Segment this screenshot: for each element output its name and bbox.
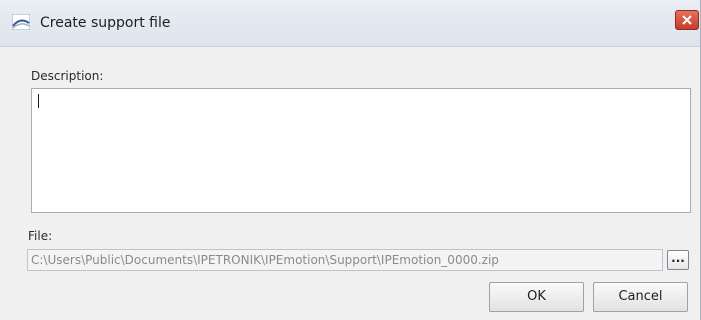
description-textarea[interactable]: [31, 88, 691, 213]
app-logo-icon: [11, 13, 31, 31]
create-support-file-dialog: Create support file Description: File: C…: [0, 0, 701, 320]
browse-button[interactable]: ...: [667, 250, 689, 270]
close-button[interactable]: [675, 10, 699, 30]
text-caret: [38, 94, 39, 108]
ok-button[interactable]: OK: [489, 282, 584, 312]
file-path-field[interactable]: C:\Users\Public\Documents\IPETRONIK\IPEm…: [27, 249, 663, 271]
cancel-button[interactable]: Cancel: [593, 282, 688, 312]
file-label: File:: [28, 229, 53, 243]
title-bar[interactable]: Create support file: [0, 0, 700, 47]
description-label: Description:: [31, 69, 104, 83]
close-icon: [682, 15, 692, 25]
window-title: Create support file: [40, 15, 171, 31]
file-path-text: C:\Users\Public\Documents\IPETRONIK\IPEm…: [31, 253, 499, 267]
